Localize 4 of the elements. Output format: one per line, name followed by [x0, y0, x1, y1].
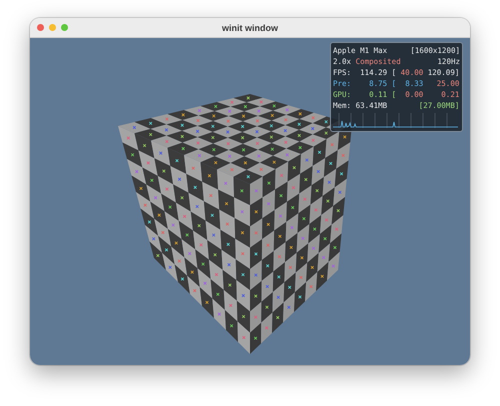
close-button[interactable]	[37, 24, 44, 31]
minimize-button[interactable]	[49, 24, 56, 31]
window-title: winit window	[222, 22, 278, 32]
zoom-button[interactable]	[61, 24, 68, 31]
